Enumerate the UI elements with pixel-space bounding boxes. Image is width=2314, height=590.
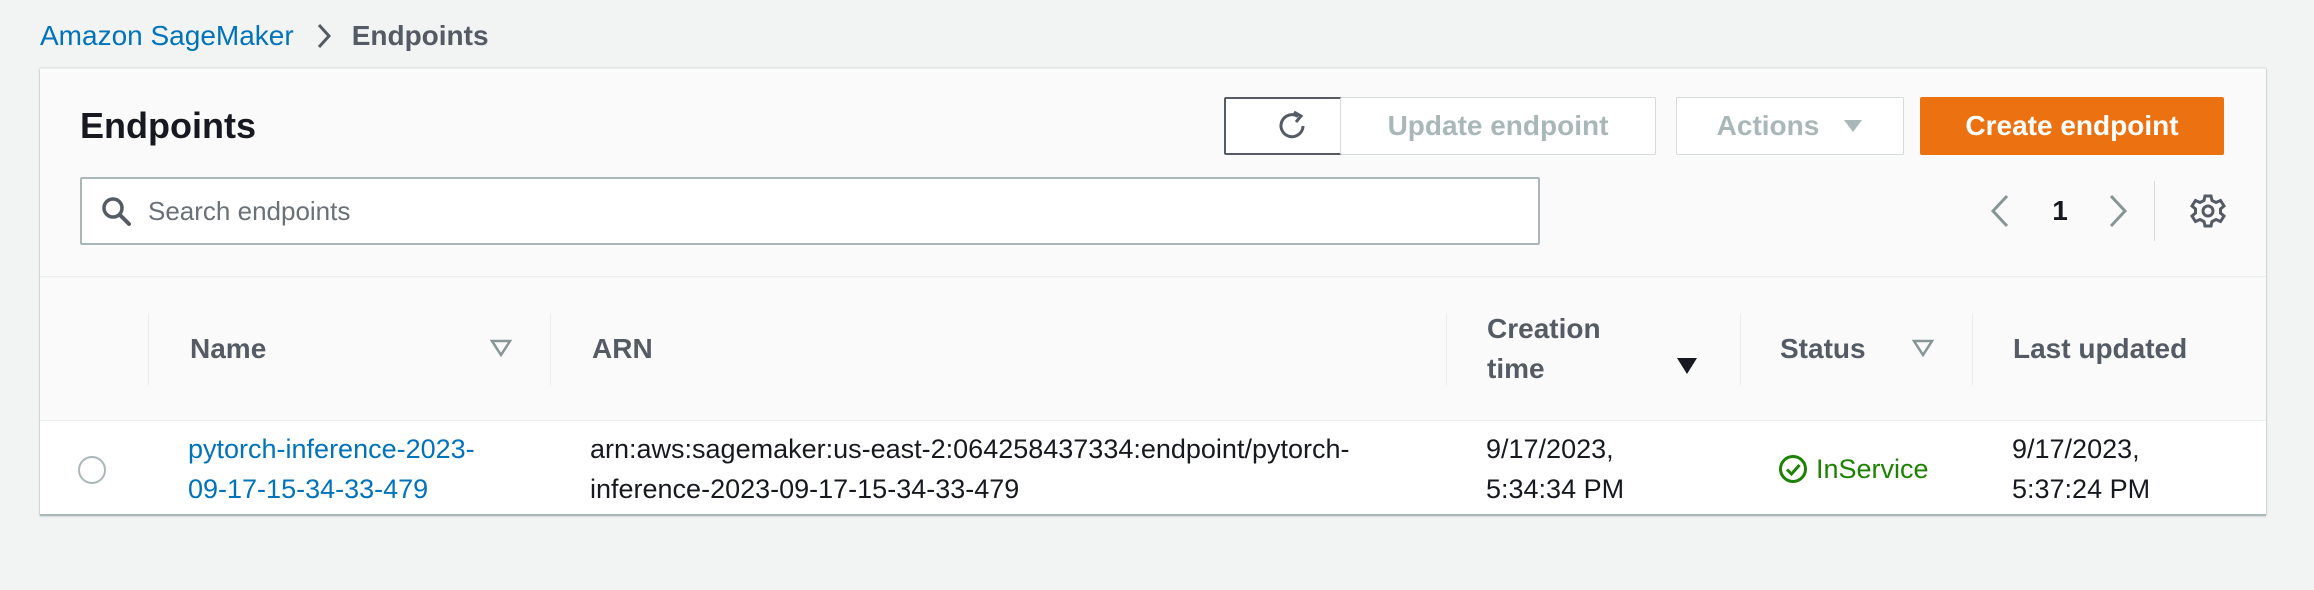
status-text: InService — [1816, 454, 1929, 484]
column-separator — [148, 313, 149, 385]
column-separator — [550, 313, 551, 385]
column-header-status[interactable]: Status — [1780, 277, 1866, 421]
endpoints-panel: Endpoints Update endpoint Actions Create… — [40, 68, 2266, 516]
page-title: Endpoints — [80, 105, 256, 146]
panel-header: Endpoints Update endpoint Actions Create… — [40, 69, 2266, 277]
chevron-left-icon — [1990, 194, 2010, 228]
pager-divider — [2154, 181, 2155, 241]
column-header-arn: ARN — [592, 333, 653, 364]
sort-descending-icon[interactable] — [1676, 357, 1698, 375]
prev-page-button[interactable] — [1980, 181, 2020, 241]
sort-icon[interactable] — [1912, 339, 1934, 357]
refresh-icon — [1274, 108, 1310, 144]
column-header-creation-time[interactable]: Creation time — [1487, 277, 1637, 421]
sort-icon[interactable] — [490, 339, 512, 357]
actions-button[interactable]: Actions — [1676, 97, 1904, 155]
search-box — [80, 177, 1540, 245]
endpoint-arn-line: arn:aws:sagemaker:us-east-2:064258437334… — [590, 434, 1350, 464]
endpoint-name-line: 09-17-15-34-33-479 — [188, 474, 429, 504]
creation-date: 9/17/2023, — [1486, 434, 1614, 464]
creation-clock: 5:34:34 PM — [1486, 474, 1625, 504]
column-separator — [1446, 313, 1447, 385]
breadcrumb: Amazon SageMaker Endpoints — [40, 18, 489, 54]
search-icon — [100, 195, 132, 227]
update-endpoint-button[interactable]: Update endpoint — [1340, 97, 1656, 155]
last-updated: 9/17/2023, 5:37:24 PM — [2012, 429, 2150, 509]
column-separator — [1972, 313, 1973, 385]
preferences-button[interactable] — [2180, 181, 2236, 241]
gear-icon — [2190, 193, 2226, 229]
search-input[interactable] — [148, 195, 1468, 227]
chevron-right-icon — [316, 23, 332, 49]
breadcrumb-sagemaker-link[interactable]: Amazon SageMaker — [40, 20, 294, 52]
table-row[interactable]: pytorch-inference-2023- 09-17-15-34-33-4… — [40, 422, 2266, 516]
actions-label: Actions — [1716, 110, 1820, 141]
column-separator — [1740, 313, 1741, 385]
breadcrumb-current: Endpoints — [351, 20, 489, 51]
check-circle-icon — [1778, 454, 1808, 484]
caret-down-icon — [1843, 119, 1863, 133]
table-header: Name ARN Creation time Status Last updat… — [40, 277, 2266, 421]
row-select-radio[interactable] — [78, 456, 106, 484]
endpoint-name-link[interactable]: pytorch-inference-2023- 09-17-15-34-33-4… — [188, 429, 475, 509]
create-endpoint-button[interactable]: Create endpoint — [1920, 97, 2224, 155]
updated-date: 9/17/2023, — [2012, 434, 2140, 464]
endpoint-arn-line: inference-2023-09-17-15-34-33-479 — [590, 474, 1020, 504]
endpoint-arn: arn:aws:sagemaker:us-east-2:064258437334… — [590, 429, 1349, 509]
creation-time: 9/17/2023, 5:34:34 PM — [1486, 429, 1624, 509]
status-badge: InService — [1778, 449, 1929, 489]
current-page-number[interactable]: 1 — [2040, 181, 2080, 241]
chevron-right-icon — [2108, 194, 2128, 228]
endpoint-name-line: pytorch-inference-2023- — [188, 434, 475, 464]
next-page-button[interactable] — [2098, 181, 2138, 241]
updated-clock: 5:37:24 PM — [2012, 474, 2151, 504]
column-header-last-updated: Last updated — [2013, 333, 2188, 364]
column-header-name[interactable]: Name — [190, 277, 266, 421]
